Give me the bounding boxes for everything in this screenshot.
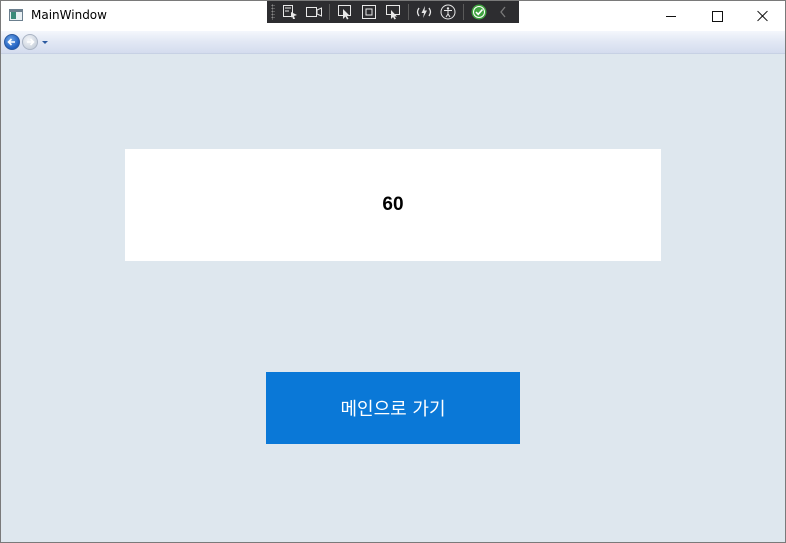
- pointer-select-icon[interactable]: [336, 3, 354, 21]
- toolbar-separator: [408, 4, 409, 20]
- forward-arrow-icon[interactable]: [22, 34, 38, 50]
- toolbar-separator: [329, 4, 330, 20]
- window-title: MainWindow: [31, 8, 107, 22]
- hot-reload-icon[interactable]: [415, 3, 433, 21]
- toolbar-grip[interactable]: [271, 4, 275, 20]
- maximize-icon: [711, 10, 723, 22]
- chevron-down-icon[interactable]: [42, 41, 48, 44]
- accessibility-icon[interactable]: [439, 3, 457, 21]
- frame-icon[interactable]: [360, 3, 378, 21]
- video-icon[interactable]: [305, 3, 323, 21]
- minimize-button[interactable]: [648, 1, 694, 31]
- toolbar-separator: [463, 4, 464, 20]
- navigation-bar: [1, 31, 785, 54]
- check-icon[interactable]: [470, 3, 488, 21]
- value-display: 60: [382, 194, 404, 215]
- minimize-icon: [666, 15, 676, 17]
- close-icon: [757, 10, 769, 22]
- close-button[interactable]: [740, 1, 785, 31]
- debug-toolbar: [267, 1, 519, 23]
- go-to-main-button[interactable]: 메인으로 가기: [266, 372, 520, 444]
- collapse-icon[interactable]: [494, 3, 512, 21]
- back-arrow-icon[interactable]: [4, 34, 20, 50]
- main-window: MainWindow 60 메인으로 가기: [0, 0, 786, 543]
- display-layout-icon[interactable]: [384, 3, 402, 21]
- app-window-icon: [9, 9, 23, 21]
- value-panel: 60: [125, 149, 661, 261]
- select-element-icon[interactable]: [281, 3, 299, 21]
- maximize-button[interactable]: [694, 1, 740, 31]
